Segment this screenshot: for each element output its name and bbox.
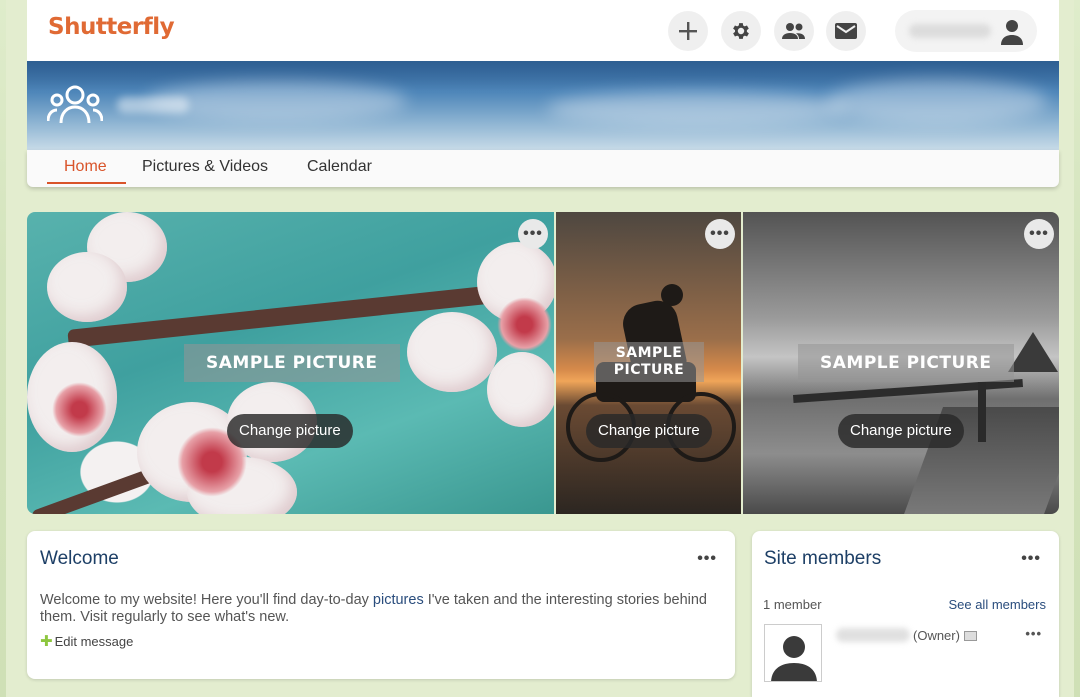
user-icon	[1001, 20, 1023, 45]
tab-calendar[interactable]: Calendar	[307, 158, 372, 176]
photo-more-button[interactable]: •••	[705, 219, 735, 249]
photo-petal	[47, 252, 127, 322]
site-name-blurred	[117, 97, 189, 113]
messages-button[interactable]	[826, 11, 866, 51]
photo-flower-center	[52, 382, 107, 437]
pictures-link[interactable]: pictures	[373, 592, 424, 608]
change-picture-button[interactable]: Change picture	[227, 414, 353, 448]
active-tab-underline	[47, 182, 126, 184]
banner-cloud	[827, 79, 1047, 124]
card-icon	[963, 631, 977, 641]
site-nav: Home Pictures & Videos Calendar	[27, 150, 1059, 187]
photo-tile-blossom[interactable]: SAMPLE PICTURE Change picture •••	[27, 212, 554, 514]
user-icon	[771, 636, 817, 681]
photo-tile-cyclist[interactable]: SAMPLE PICTURE Change picture •••	[556, 212, 741, 514]
account-name-blurred	[909, 24, 991, 38]
photo-tile-pier[interactable]: SAMPLE PICTURE Change picture •••	[743, 212, 1059, 514]
gear-icon	[733, 23, 749, 39]
change-picture-button[interactable]: Change picture	[586, 414, 712, 448]
sample-picture-label: SAMPLE PICTURE	[184, 344, 400, 382]
welcome-message: Welcome to my website! Here you'll find …	[40, 592, 710, 626]
pier-person	[978, 382, 986, 442]
account-menu[interactable]	[895, 10, 1037, 52]
welcome-title: Welcome	[40, 548, 119, 569]
tab-home[interactable]: Home	[64, 158, 107, 176]
member-count: 1 member	[763, 597, 822, 612]
banner-cloud	[547, 91, 847, 126]
welcome-more-button[interactable]: •••	[697, 550, 717, 568]
shutterfly-logo[interactable]: Shutterfly	[48, 14, 175, 40]
plus-icon	[679, 22, 697, 40]
site-banner	[27, 61, 1059, 150]
sample-picture-label: SAMPLE PICTURE	[798, 344, 1014, 382]
site-members-card: Site members ••• 1 member See all member…	[752, 531, 1059, 697]
member-more-button[interactable]: •••	[1025, 626, 1042, 641]
sample-picture-label: SAMPLE PICTURE	[594, 342, 704, 382]
people-icon	[782, 23, 805, 39]
group-icon	[47, 85, 103, 124]
photo-more-button[interactable]: •••	[518, 219, 548, 249]
site-members-title: Site members	[764, 548, 882, 569]
pier-hut-roof	[1008, 332, 1058, 372]
top-bar: Shutterfly	[27, 0, 1059, 61]
plus-icon: ✚	[40, 633, 53, 650]
photo-flower-center	[497, 297, 552, 352]
welcome-card: Welcome ••• Welcome to my website! Here …	[27, 531, 735, 679]
members-button[interactable]	[774, 11, 814, 51]
avatar[interactable]	[764, 624, 822, 682]
owner-label: (Owner)	[913, 628, 960, 643]
member-name-blurred	[836, 628, 910, 642]
edit-message-label: Edit message	[54, 634, 134, 649]
tab-pictures-videos[interactable]: Pictures & Videos	[142, 158, 268, 176]
photo-petal	[407, 312, 497, 392]
see-all-members-link[interactable]: See all members	[948, 597, 1046, 612]
edit-message-link[interactable]: ✚ Edit message	[40, 632, 133, 650]
settings-button[interactable]	[721, 11, 761, 51]
change-picture-button[interactable]: Change picture	[838, 414, 964, 448]
photo-more-button[interactable]: •••	[1024, 219, 1054, 249]
owner-badge: (Owner)	[913, 628, 977, 643]
add-button[interactable]	[668, 11, 708, 51]
photo-petal	[487, 352, 554, 427]
welcome-text-part: Welcome to my website! Here you'll find …	[40, 592, 373, 608]
pier-rail	[793, 378, 1023, 404]
members-more-button[interactable]: •••	[1021, 550, 1041, 568]
mail-icon	[835, 23, 857, 39]
